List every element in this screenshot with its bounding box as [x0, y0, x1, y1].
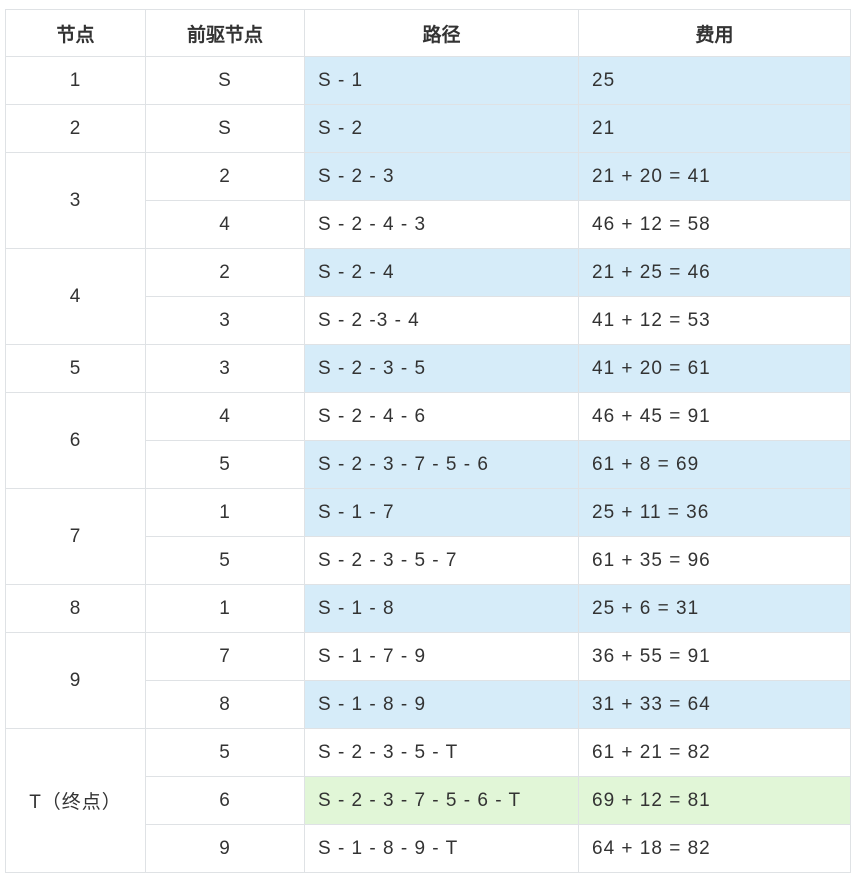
cost-cell: 46 + 12 = 58 — [578, 200, 851, 249]
pred-cell: 5 — [145, 728, 305, 777]
pred-cell: 1 — [145, 584, 305, 633]
table-row: T（终点） 5 S - 2 - 3 - 5 - T 61 + 21 = 82 — [5, 728, 851, 873]
node-cell: 7 — [5, 488, 146, 585]
table-row: 7 1 S - 1 - 7 25 + 11 = 36 — [5, 488, 851, 585]
cost-cell: 31 + 33 = 64 — [578, 680, 851, 729]
pred-cell: 2 — [145, 152, 305, 201]
node-cell: 6 — [5, 392, 146, 489]
pred-cell: 9 — [145, 824, 305, 873]
path-cell: S - 1 - 8 - 9 — [304, 680, 579, 729]
pred-cell: 8 — [145, 680, 305, 729]
cost-cell: 21 + 25 = 46 — [578, 248, 851, 297]
node-cell: T（终点） — [5, 728, 146, 873]
table-row: 8 1 S - 1 - 8 25 + 6 = 31 — [5, 584, 851, 633]
pred-cell: 3 — [145, 296, 305, 345]
node-cell: 9 — [5, 632, 146, 729]
node-cell: 2 — [5, 104, 146, 153]
node-cell: 3 — [5, 152, 146, 249]
path-cell: S - 1 - 8 - 9 - T — [304, 824, 579, 873]
table-row: 9 7 S - 1 - 7 - 9 36 + 55 = 91 — [5, 632, 851, 729]
pred-cell: 4 — [145, 392, 305, 441]
pred-cell: 5 — [145, 440, 305, 489]
header-path: 路径 — [304, 9, 579, 57]
cost-cell: 21 + 20 = 41 — [578, 152, 851, 201]
shortest-path-table: 节点 前驱节点 路径 费用 1 S S - 1 25 2 S S - 2 21 … — [5, 9, 851, 873]
path-cell: S - 1 - 7 - 9 — [304, 632, 579, 681]
pred-cell: 7 — [145, 632, 305, 681]
cost-cell: 25 + 6 = 31 — [578, 584, 851, 633]
cost-cell: 46 + 45 = 91 — [578, 392, 851, 441]
cost-cell: 36 + 55 = 91 — [578, 632, 851, 681]
path-cell: S - 1 - 7 — [304, 488, 579, 537]
pred-cell: 2 — [145, 248, 305, 297]
node-cell: 5 — [5, 344, 146, 393]
path-cell: S - 1 — [304, 56, 579, 105]
header-node: 节点 — [5, 9, 146, 57]
table-row: 6 4 S - 2 - 4 - 6 46 + 45 = 91 — [5, 392, 851, 489]
path-cell: S - 2 - 3 - 5 - T — [304, 728, 579, 777]
cost-cell: 61 + 8 = 69 — [578, 440, 851, 489]
cost-cell: 25 + 11 = 36 — [578, 488, 851, 537]
table-row: 3 2 S - 2 - 3 21 + 20 = 41 — [5, 152, 851, 249]
path-cell: S - 2 - 3 - 7 - 5 - 6 - T — [304, 776, 579, 825]
cost-cell: 41 + 20 = 61 — [578, 344, 851, 393]
pred-cell: 4 — [145, 200, 305, 249]
cost-cell: 41 + 12 = 53 — [578, 296, 851, 345]
cost-cell: 61 + 35 = 96 — [578, 536, 851, 585]
cost-cell: 64 + 18 = 82 — [578, 824, 851, 873]
table-row: 2 S S - 2 21 — [5, 104, 851, 153]
path-cell: S - 2 - 4 - 3 — [304, 200, 579, 249]
node-cell: 8 — [5, 584, 146, 633]
path-cell: S - 2 - 3 — [304, 152, 579, 201]
path-cell: S - 2 - 4 — [304, 248, 579, 297]
table-row: 5 3 S - 2 - 3 - 5 41 + 20 = 61 — [5, 344, 851, 393]
path-cell: S - 2 - 4 - 6 — [304, 392, 579, 441]
header-cost: 费用 — [578, 9, 851, 57]
path-cell: S - 2 — [304, 104, 579, 153]
header-row: 节点 前驱节点 路径 费用 — [5, 9, 851, 57]
path-cell: S - 2 -3 - 4 — [304, 296, 579, 345]
path-cell: S - 1 - 8 — [304, 584, 579, 633]
cost-cell: 69 + 12 = 81 — [578, 776, 851, 825]
node-cell: 4 — [5, 248, 146, 345]
path-cell: S - 2 - 3 - 5 — [304, 344, 579, 393]
node-cell: 1 — [5, 56, 146, 105]
cost-cell: 61 + 21 = 82 — [578, 728, 851, 777]
table-row: 4 2 S - 2 - 4 21 + 25 = 46 — [5, 248, 851, 345]
table-container: 节点 前驱节点 路径 费用 1 S S - 1 25 2 S S - 2 21 … — [5, 9, 851, 873]
table-row: 1 S S - 1 25 — [5, 56, 851, 105]
cost-cell: 25 — [578, 56, 851, 105]
path-cell: S - 2 - 3 - 7 - 5 - 6 — [304, 440, 579, 489]
header-pred: 前驱节点 — [145, 9, 305, 57]
cost-cell: 21 — [578, 104, 851, 153]
pred-cell: S — [145, 56, 305, 105]
path-cell: S - 2 - 3 - 5 - 7 — [304, 536, 579, 585]
pred-cell: 6 — [145, 776, 305, 825]
pred-cell: 1 — [145, 488, 305, 537]
pred-cell: 5 — [145, 536, 305, 585]
pred-cell: 3 — [145, 344, 305, 393]
pred-cell: S — [145, 104, 305, 153]
